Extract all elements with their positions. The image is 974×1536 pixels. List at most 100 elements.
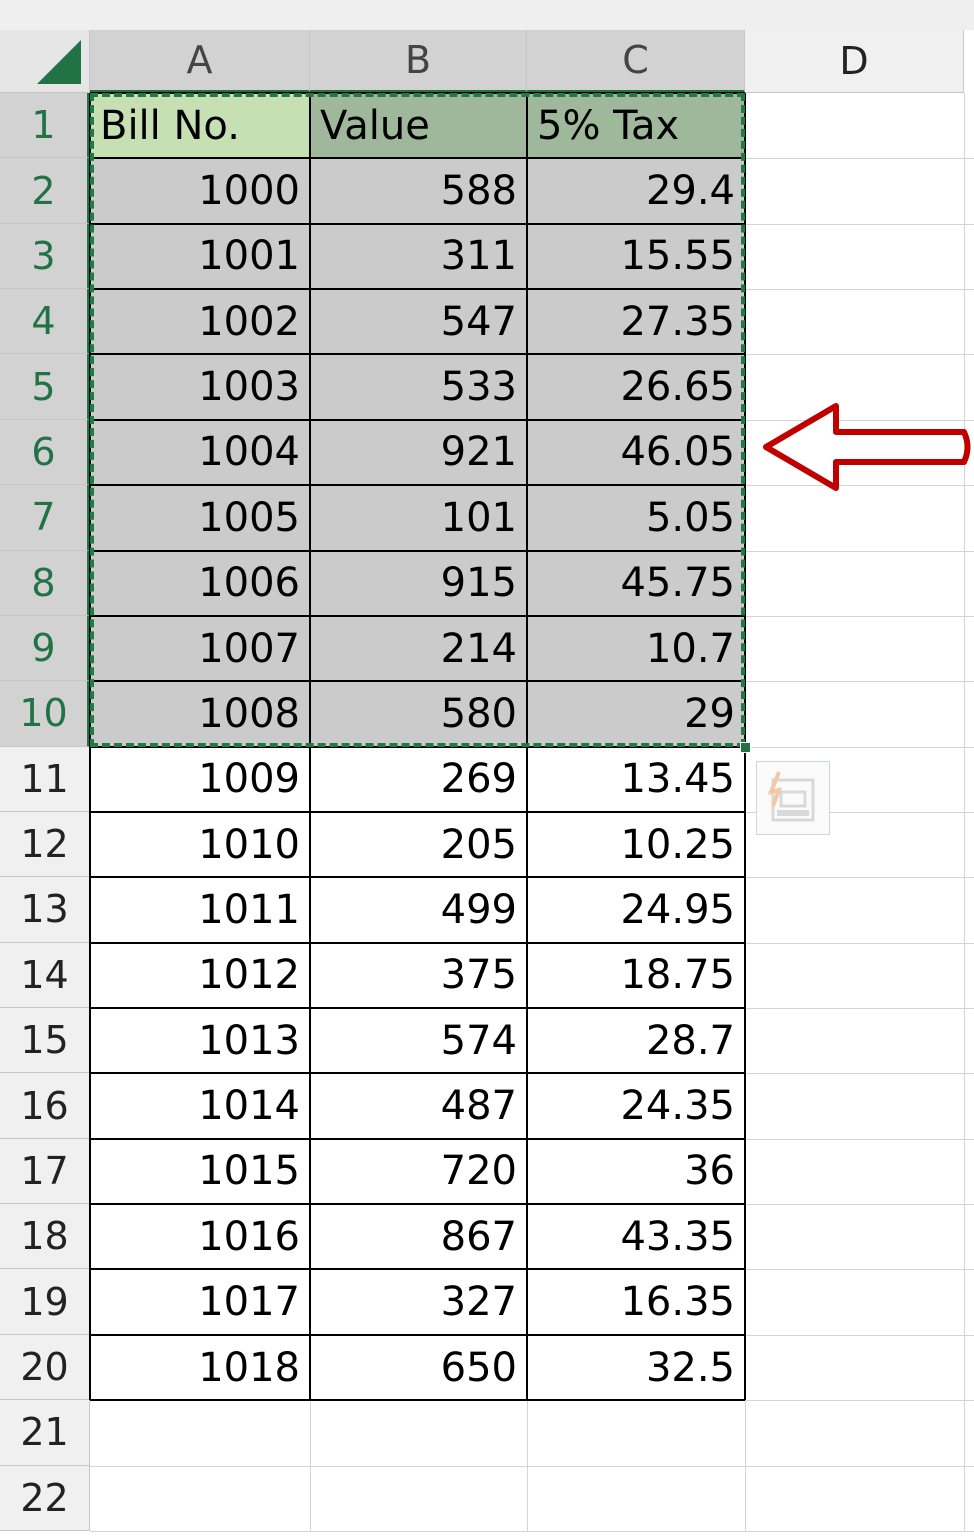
- cell-c3[interactable]: 15.55: [527, 223, 745, 290]
- cell-c8[interactable]: 45.75: [527, 550, 745, 616]
- fill-handle[interactable]: [740, 741, 751, 753]
- row-header-15[interactable]: 15: [0, 1008, 90, 1074]
- cell-a3[interactable]: 1001: [90, 223, 310, 290]
- cell-c20[interactable]: 32.5: [527, 1334, 745, 1401]
- cell-b15[interactable]: 574: [310, 1008, 527, 1074]
- cell-a20[interactable]: 1018: [90, 1334, 310, 1401]
- cell-c18[interactable]: 43.35: [527, 1204, 745, 1270]
- cell-a19[interactable]: 1017: [90, 1269, 310, 1335]
- row-header-4[interactable]: 4: [0, 289, 90, 355]
- cell-a11[interactable]: 1009: [90, 746, 310, 812]
- row-header-7[interactable]: 7: [0, 485, 90, 551]
- row-header-19[interactable]: 19: [0, 1269, 90, 1335]
- cell-b20[interactable]: 650: [310, 1334, 527, 1401]
- cell-b2[interactable]: 588: [310, 158, 527, 224]
- quick-analysis-icon[interactable]: [756, 760, 830, 835]
- cell-c10[interactable]: 29: [527, 681, 745, 747]
- table-border-horizontal: [90, 418, 745, 421]
- row-header-6[interactable]: 6: [0, 419, 90, 486]
- row-header-2[interactable]: 2: [0, 158, 90, 224]
- cell-b9[interactable]: 214: [310, 615, 527, 682]
- cell-b10[interactable]: 580: [310, 681, 527, 747]
- cell-a15[interactable]: 1013: [90, 1008, 310, 1074]
- table-border-horizontal: [90, 92, 745, 94]
- select-all-corner[interactable]: [0, 30, 90, 93]
- table-border-horizontal: [90, 810, 745, 813]
- row-header-1[interactable]: 1: [0, 93, 90, 159]
- cell-b17[interactable]: 720: [310, 1138, 527, 1205]
- cell-a17[interactable]: 1015: [90, 1138, 310, 1205]
- column-header-c[interactable]: C: [527, 30, 745, 93]
- cell-a6[interactable]: 1004: [90, 419, 310, 486]
- cell-b13[interactable]: 499: [310, 877, 527, 943]
- cell-b5[interactable]: 533: [310, 354, 527, 420]
- row-header-20[interactable]: 20: [0, 1334, 90, 1401]
- table-border-horizontal: [90, 1007, 745, 1010]
- cell-c11[interactable]: 13.45: [527, 746, 745, 812]
- row-header-21[interactable]: 21: [0, 1400, 90, 1466]
- gridline-horizontal: [90, 1465, 974, 1467]
- column-header-b[interactable]: B: [310, 30, 527, 93]
- cell-c5[interactable]: 26.65: [527, 354, 745, 420]
- cell-c16[interactable]: 24.35: [527, 1073, 745, 1139]
- cell-a1[interactable]: Bill No.: [90, 93, 310, 159]
- cell-b1[interactable]: Value: [310, 93, 527, 159]
- cell-c14[interactable]: 18.75: [527, 942, 745, 1009]
- cell-a18[interactable]: 1016: [90, 1204, 310, 1270]
- cell-a5[interactable]: 1003: [90, 354, 310, 420]
- table-border-horizontal: [90, 353, 745, 356]
- cell-a8[interactable]: 1006: [90, 550, 310, 616]
- cell-b7[interactable]: 101: [310, 485, 527, 551]
- cell-a10[interactable]: 1008: [90, 681, 310, 747]
- cell-a14[interactable]: 1012: [90, 942, 310, 1009]
- row-header-9[interactable]: 9: [0, 615, 90, 682]
- cell-c15[interactable]: 28.7: [527, 1008, 745, 1074]
- cell-a9[interactable]: 1007: [90, 615, 310, 682]
- cell-a13[interactable]: 1011: [90, 877, 310, 943]
- row-header-17[interactable]: 17: [0, 1138, 90, 1205]
- row-header-22[interactable]: 22: [0, 1465, 90, 1531]
- cell-c6[interactable]: 46.05: [527, 419, 745, 486]
- cell-b6[interactable]: 921: [310, 419, 527, 486]
- cell-b16[interactable]: 487: [310, 1073, 527, 1139]
- column-header-a[interactable]: A: [90, 30, 310, 93]
- cell-c1[interactable]: 5% Tax: [527, 93, 745, 159]
- cell-b18[interactable]: 867: [310, 1204, 527, 1270]
- row-header-5[interactable]: 5: [0, 354, 90, 420]
- cell-b4[interactable]: 547: [310, 289, 527, 355]
- cell-c9[interactable]: 10.7: [527, 615, 745, 682]
- cell-c2[interactable]: 29.4: [527, 158, 745, 224]
- row-header-16[interactable]: 16: [0, 1073, 90, 1139]
- table-border-horizontal: [90, 157, 745, 160]
- row-header-14[interactable]: 14: [0, 942, 90, 1009]
- table-border-horizontal: [90, 222, 745, 225]
- cell-b11[interactable]: 269: [310, 746, 527, 812]
- row-header-8[interactable]: 8: [0, 550, 90, 616]
- cell-a7[interactable]: 1005: [90, 485, 310, 551]
- spreadsheet: ABCD 1 2 3 4 5 6 7 8 9 10 11 12 13 14 15 16 17 18 19 20 21 22…: [0, 0, 974, 1536]
- cell-c19[interactable]: 16.35: [527, 1269, 745, 1335]
- gridline-horizontal: [90, 1530, 974, 1532]
- row-header-3[interactable]: 3: [0, 223, 90, 290]
- cell-b19[interactable]: 327: [310, 1269, 527, 1335]
- cell-c13[interactable]: 24.95: [527, 877, 745, 943]
- row-header-11[interactable]: 11: [0, 746, 90, 812]
- cell-c12[interactable]: 10.25: [527, 811, 745, 878]
- cell-b14[interactable]: 375: [310, 942, 527, 1009]
- cell-a12[interactable]: 1010: [90, 811, 310, 878]
- cell-a16[interactable]: 1014: [90, 1073, 310, 1139]
- cell-c17[interactable]: 36: [527, 1138, 745, 1205]
- cell-b8[interactable]: 915: [310, 550, 527, 616]
- cell-a2[interactable]: 1000: [90, 158, 310, 224]
- row-header-10[interactable]: 10: [0, 681, 90, 747]
- cell-c7[interactable]: 5.05: [527, 485, 745, 551]
- cell-b12[interactable]: 205: [310, 811, 527, 878]
- column-header-d[interactable]: D: [745, 30, 964, 93]
- top-bar: [0, 0, 974, 30]
- cell-a4[interactable]: 1002: [90, 289, 310, 355]
- row-header-12[interactable]: 12: [0, 811, 90, 878]
- cell-b3[interactable]: 311: [310, 223, 527, 290]
- row-header-13[interactable]: 13: [0, 877, 90, 943]
- cell-c4[interactable]: 27.35: [527, 289, 745, 355]
- row-header-18[interactable]: 18: [0, 1204, 90, 1270]
